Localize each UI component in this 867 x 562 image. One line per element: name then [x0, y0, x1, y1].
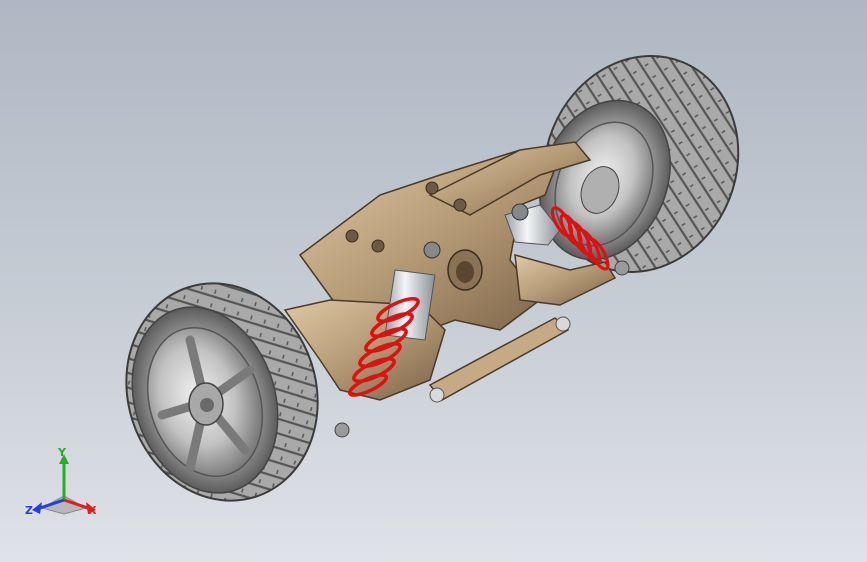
triad-z-label: Z: [25, 504, 33, 517]
lower-arm-right: [514, 253, 617, 306]
shock-mount: [511, 203, 529, 221]
bearing-inner: [456, 261, 474, 283]
suspension-assembly-model[interactable]: [0, 0, 867, 562]
link-end: [429, 387, 445, 403]
bolt: [453, 198, 467, 212]
hub-nut: [200, 398, 214, 412]
view-orientation-triad[interactable]: Y X Z: [22, 446, 112, 528]
link-end: [555, 316, 571, 332]
triad-graphic: [32, 454, 96, 515]
bolt: [371, 239, 385, 253]
graphics-viewport[interactable]: Y X Z: [0, 0, 867, 562]
front-left-wheel[interactable]: [99, 258, 346, 525]
triad-x-label: X: [88, 504, 97, 517]
axle-nut: [614, 260, 630, 276]
axle-nut: [334, 422, 350, 438]
shock-mount: [423, 241, 441, 259]
bolt: [345, 229, 359, 243]
bolt: [425, 181, 439, 195]
triad-y-label: Y: [58, 446, 66, 459]
